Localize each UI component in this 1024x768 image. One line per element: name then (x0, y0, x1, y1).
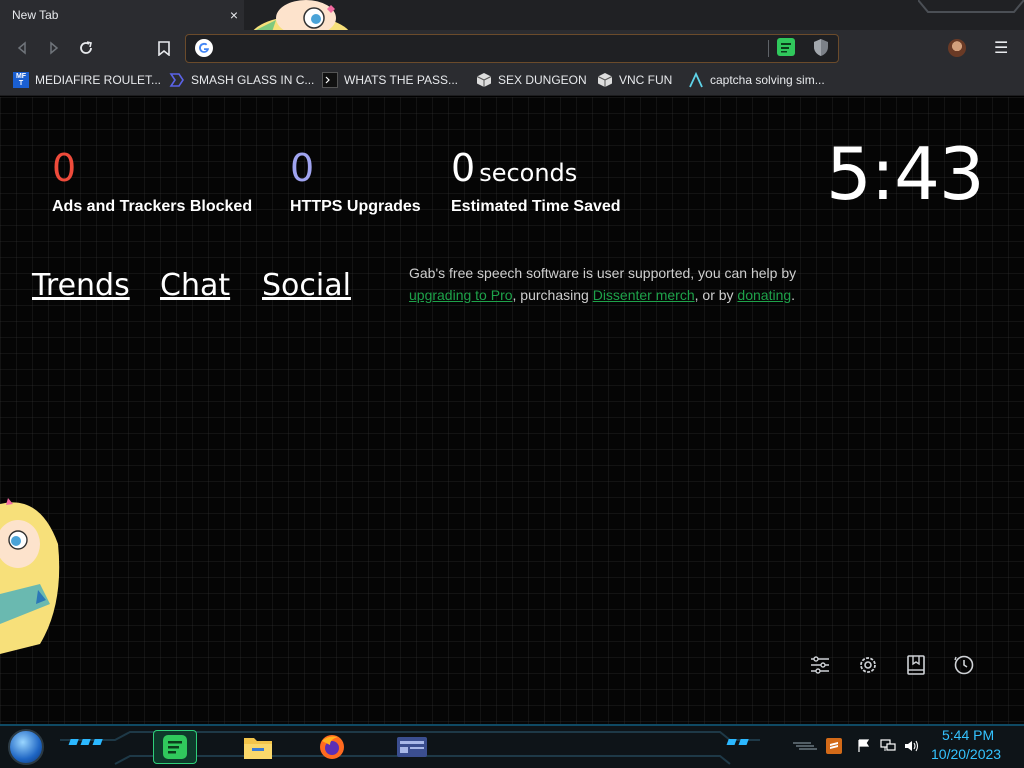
bookmark-item-smash-glass[interactable]: SMASH GLASS IN C... (169, 70, 314, 90)
forward-arrow-icon[interactable] (43, 37, 65, 59)
dissenter-merch-link[interactable]: Dissenter merch (593, 287, 695, 303)
bookmark-item-mediafire[interactable]: MF T MEDIAFIRE ROULET... (13, 70, 161, 90)
history-icon[interactable] (953, 654, 975, 676)
address-bar[interactable] (185, 34, 839, 63)
tab-new-tab[interactable]: New Tab × (0, 0, 244, 30)
support-message: Gab's free speech software is user suppo… (409, 265, 797, 303)
bookmark-item-vnc-fun[interactable]: VNC FUN (597, 70, 672, 90)
customize-sliders-icon[interactable] (809, 654, 831, 676)
reload-icon[interactable] (75, 37, 97, 59)
bookmark-item-whats-the-pass[interactable]: WHATS THE PASS... (322, 70, 458, 90)
cube-icon (597, 72, 613, 88)
bookmark-icon[interactable] (153, 37, 175, 59)
bookmarks-icon[interactable] (905, 654, 927, 676)
profile-avatar-icon[interactable] (948, 39, 966, 57)
remote-desktop-icon[interactable] (390, 730, 434, 764)
tray-decoration (793, 738, 817, 754)
trends-link[interactable]: Trends (32, 268, 130, 303)
cartoon-character-decoration (0, 498, 60, 654)
bookmark-item-sex-dungeon[interactable]: SEX DUNGEON (476, 70, 587, 90)
ads-blocked-count: 0 (52, 146, 77, 190)
lambda-icon (688, 72, 704, 88)
taskbar-time[interactable]: 5:44 PM (942, 727, 994, 743)
chat-link[interactable]: Chat (160, 268, 230, 303)
firefox-icon[interactable] (310, 730, 354, 764)
https-upgrades-count: 0 (290, 146, 315, 190)
upgrade-to-pro-link[interactable]: upgrading to Pro (409, 287, 513, 303)
flag-icon[interactable] (856, 738, 872, 754)
dissenter-app-icon[interactable] (153, 730, 197, 764)
cube-icon (476, 72, 492, 88)
shield-extension-icon[interactable] (812, 38, 830, 57)
mediafire-icon: MF T (13, 72, 29, 88)
terminal-icon (322, 72, 338, 88)
address-input[interactable] (222, 39, 762, 59)
settings-gear-icon[interactable] (857, 654, 879, 676)
back-arrow-icon[interactable] (11, 37, 33, 59)
file-explorer-icon[interactable] (236, 730, 280, 764)
network-icon[interactable] (880, 738, 896, 754)
start-button[interactable] (8, 729, 44, 765)
page-clock: 5:43 (826, 132, 985, 216)
volume-icon[interactable] (904, 738, 920, 754)
time-saved-count: 0 seconds (451, 146, 578, 190)
time-saved-label: Estimated Time Saved (451, 198, 621, 215)
time-saved-unit: seconds (479, 159, 578, 187)
menu-icon[interactable]: ☰ (994, 38, 1010, 58)
https-upgrades-label: HTTPS Upgrades (290, 198, 421, 215)
tab-title: New Tab (12, 8, 59, 22)
chevron-bookmark-icon (169, 72, 185, 88)
omnibox-separator (768, 40, 769, 57)
google-icon (195, 39, 213, 57)
bookmark-item-captcha[interactable]: captcha solving sim... (688, 70, 825, 90)
social-link[interactable]: Social (262, 268, 351, 303)
dissenter-extension-icon[interactable] (777, 38, 795, 56)
ads-blocked-label: Ads and Trackers Blocked (52, 198, 253, 215)
sublime-text-icon[interactable] (826, 738, 842, 754)
taskbar-date[interactable]: 10/20/2023 (931, 746, 1001, 762)
window-frame-decoration (918, 0, 1024, 13)
donating-link[interactable]: donating (737, 287, 791, 303)
